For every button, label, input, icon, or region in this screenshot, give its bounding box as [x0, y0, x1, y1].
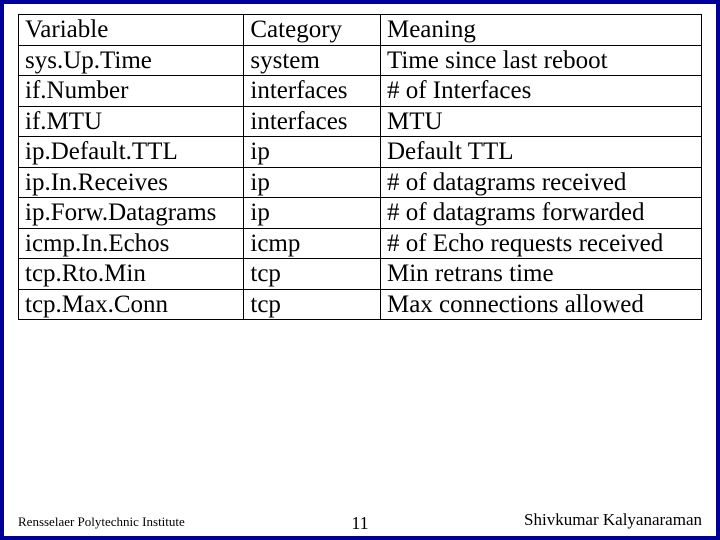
header-category: Category [244, 15, 381, 46]
cell-meaning: Max connections allowed [380, 289, 701, 320]
cell-meaning: MTU [380, 106, 701, 137]
table-header-row: Variable Category Meaning [19, 15, 702, 46]
cell-variable: icmp.In.Echos [19, 228, 244, 259]
cell-variable: ip.In.Receives [19, 167, 244, 198]
cell-variable: if.MTU [19, 106, 244, 137]
cell-meaning: # of datagrams forwarded [380, 198, 701, 229]
cell-meaning: # of datagrams received [380, 167, 701, 198]
cell-category: system [244, 45, 381, 76]
cell-category: ip [244, 167, 381, 198]
header-variable: Variable [19, 15, 244, 46]
table-row: tcp.Max.Conn tcp Max connections allowed [19, 289, 702, 320]
cell-meaning: # of Echo requests received [380, 228, 701, 259]
header-meaning: Meaning [380, 15, 701, 46]
cell-variable: tcp.Max.Conn [19, 289, 244, 320]
table-row: tcp.Rto.Min tcp Min retrans time [19, 259, 702, 290]
cell-meaning: Default TTL [380, 137, 701, 168]
cell-variable: sys.Up.Time [19, 45, 244, 76]
cell-category: ip [244, 198, 381, 229]
cell-category: interfaces [244, 76, 381, 107]
cell-category: tcp [244, 289, 381, 320]
table-row: ip.In.Receives ip # of datagrams receive… [19, 167, 702, 198]
cell-category: tcp [244, 259, 381, 290]
cell-category: interfaces [244, 106, 381, 137]
table-row: ip.Default.TTL ip Default TTL [19, 137, 702, 168]
table-row: ip.Forw.Datagrams ip # of datagrams forw… [19, 198, 702, 229]
table-row: icmp.In.Echos icmp # of Echo requests re… [19, 228, 702, 259]
cell-meaning: # of Interfaces [380, 76, 701, 107]
cell-variable: ip.Forw.Datagrams [19, 198, 244, 229]
cell-variable: tcp.Rto.Min [19, 259, 244, 290]
page-number: 11 [4, 513, 716, 534]
table-row: if.MTU interfaces MTU [19, 106, 702, 137]
cell-variable: if.Number [19, 76, 244, 107]
table-row: if.Number interfaces # of Interfaces [19, 76, 702, 107]
cell-category: ip [244, 137, 381, 168]
cell-category: icmp [244, 228, 381, 259]
cell-variable: ip.Default.TTL [19, 137, 244, 168]
cell-meaning: Min retrans time [380, 259, 701, 290]
mib-table: Variable Category Meaning sys.Up.Time sy… [18, 14, 702, 320]
table-row: sys.Up.Time system Time since last reboo… [19, 45, 702, 76]
cell-meaning: Time since last reboot [380, 45, 701, 76]
